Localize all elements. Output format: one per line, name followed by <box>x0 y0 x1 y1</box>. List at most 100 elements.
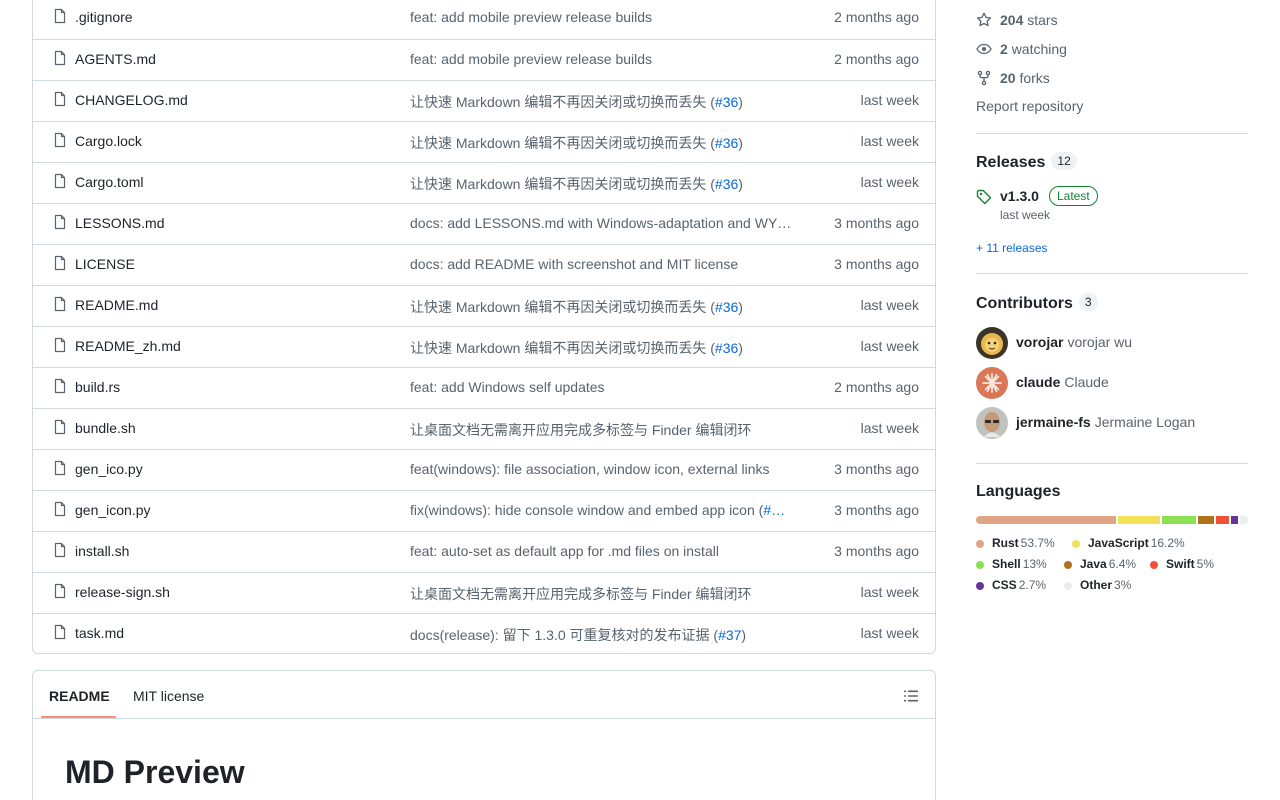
language-color-dot <box>1150 561 1158 569</box>
commit-date: last week <box>860 420 919 436</box>
file-name-link[interactable]: Cargo.toml <box>75 174 143 190</box>
releases-title: Releases <box>976 154 1046 171</box>
file-name-link[interactable]: bundle.sh <box>75 420 136 436</box>
sidebar-divider <box>976 133 1248 134</box>
file-row[interactable]: CHANGELOG.md 让快速 Markdown 编辑不再因关闭或切换而丢失 (… <box>33 80 935 121</box>
file-row[interactable]: README_zh.md 让快速 Markdown 编辑不再因关闭或切换而丢失 (… <box>33 326 935 367</box>
language-bar <box>976 516 1248 524</box>
commit-message-text: feat: add mobile preview release builds <box>410 9 653 25</box>
file-name-link[interactable]: release-sign.sh <box>75 584 170 600</box>
file-name-link[interactable]: AGENTS.md <box>75 51 156 67</box>
list-outline-icon[interactable] <box>903 688 919 704</box>
commit-message-link[interactable]: 让快速 Markdown 编辑不再因关闭或切换而丢失 (#36) <box>410 92 802 112</box>
issue-link[interactable]: #36 <box>715 176 738 192</box>
commit-message-link[interactable]: 让快速 Markdown 编辑不再因关闭或切换而丢失 (#36) <box>410 174 802 194</box>
commit-message-link[interactable]: 让桌面文档无需离开应用完成多标签与 Finder 编辑闭环 <box>410 584 802 604</box>
file-row[interactable]: gen_icon.py fix(windows): hide console wi… <box>33 490 935 531</box>
file-row[interactable]: task.md docs(release): 留下 1.3.0 可重复核对的发布证… <box>33 613 935 653</box>
commit-message-text: docs(release): 留下 1.3.0 可重复核对的发布证据 ( <box>410 627 719 643</box>
commit-message-link[interactable]: feat: add mobile preview release builds <box>410 9 802 25</box>
commit-message-link[interactable]: feat: add Windows self updates <box>410 379 802 395</box>
file-name-link[interactable]: LICENSE <box>75 256 135 272</box>
file-name-link[interactable]: CHANGELOG.md <box>75 92 188 108</box>
commit-date: 3 months ago <box>834 256 919 272</box>
commit-message-link[interactable]: 让快速 Markdown 编辑不再因关闭或切换而丢失 (#36) <box>410 297 802 317</box>
tab-readme[interactable]: README <box>49 688 110 704</box>
commit-message-text: docs: add README with screenshot and MIT… <box>410 256 739 272</box>
commit-message-suffix: ) <box>738 340 743 356</box>
file-row[interactable]: install.sh feat: auto-set as default app … <box>33 531 935 572</box>
contributor-login: jermaine-fs <box>1016 414 1091 430</box>
issue-link[interactable]: #36 <box>715 299 738 315</box>
language-name: Java <box>1080 557 1107 571</box>
language-name: Shell <box>992 557 1021 571</box>
issue-link[interactable]: #36 <box>715 135 738 151</box>
commit-message-link[interactable]: feat: add mobile preview release builds <box>410 51 802 67</box>
file-name-link[interactable]: task.md <box>75 625 124 641</box>
file-icon <box>54 50 66 66</box>
commit-message-link[interactable]: 让桌面文档无需离开应用完成多标签与 Finder 编辑闭环 <box>410 420 802 440</box>
file-row[interactable]: README.md 让快速 Markdown 编辑不再因关闭或切换而丢失 (#36… <box>33 285 935 326</box>
file-row[interactable]: LICENSE docs: add README with screenshot … <box>33 244 935 285</box>
language-name: JavaScript <box>1088 536 1149 550</box>
commit-message-link[interactable]: docs: add README with screenshot and MIT… <box>410 256 802 272</box>
issue-link[interactable]: #… <box>763 502 785 518</box>
commit-message-suffix: ) <box>738 176 743 192</box>
file-row[interactable]: bundle.sh 让桌面文档无需离开应用完成多标签与 Finder 编辑闭环 la… <box>33 408 935 449</box>
commit-message-link[interactable]: 让快速 Markdown 编辑不再因关闭或切换而丢失 (#36) <box>410 338 802 358</box>
language-name: Other <box>1080 578 1113 592</box>
file-name-link[interactable]: LESSONS.md <box>75 215 164 231</box>
file-name-link[interactable]: install.sh <box>75 543 129 559</box>
file-name-link[interactable]: README_zh.md <box>75 338 181 354</box>
commit-message-text: docs: add LESSONS.md with Windows-adapta… <box>410 215 792 231</box>
commit-message-link[interactable]: docs: add LESSONS.md with Windows-adapta… <box>410 215 802 231</box>
commit-date: last week <box>860 174 919 190</box>
more-releases-link[interactable]: + 11 releases <box>976 241 1048 255</box>
file-icon <box>54 378 66 394</box>
commit-message-link[interactable]: feat: auto-set as default app for .md fi… <box>410 543 802 559</box>
commit-message-link[interactable]: feat(windows): file association, window … <box>410 461 802 477</box>
issue-link[interactable]: #36 <box>715 94 738 110</box>
file-row[interactable]: release-sign.sh 让桌面文档无需离开应用完成多标签与 Finder … <box>33 572 935 613</box>
file-name-link[interactable]: build.rs <box>75 379 120 395</box>
releases-heading[interactable]: Releases 12 <box>976 152 1077 172</box>
fork-icon <box>977 70 991 86</box>
file-name-link[interactable]: gen_ico.py <box>75 461 143 477</box>
language-color-dot <box>1064 561 1072 569</box>
contributor-name: vorojar wu <box>1067 334 1133 350</box>
file-row[interactable]: AGENTS.md feat: add mobile preview releas… <box>33 39 935 80</box>
commit-message-suffix: ) <box>738 94 743 110</box>
file-name-link[interactable]: README.md <box>75 297 158 313</box>
file-row[interactable]: gen_ico.py feat(windows): file associatio… <box>33 449 935 490</box>
file-row[interactable]: LESSONS.md docs: add LESSONS.md with Wind… <box>33 203 935 244</box>
file-name-link[interactable]: Cargo.lock <box>75 133 142 149</box>
latest-badge: Latest <box>1049 186 1098 206</box>
issue-link[interactable]: #37 <box>718 627 741 643</box>
file-icon <box>54 8 66 24</box>
file-row[interactable]: build.rs feat: add Windows self updates 2 … <box>33 367 935 408</box>
report-repository-link[interactable]: Report repository <box>976 98 1083 114</box>
language-bar-segment <box>1197 516 1215 524</box>
file-row[interactable]: .gitignore feat: add mobile preview relea… <box>33 0 935 39</box>
commit-message-link[interactable]: docs(release): 留下 1.3.0 可重复核对的发布证据 (#37) <box>410 625 802 645</box>
commit-message-link[interactable]: 让快速 Markdown 编辑不再因关闭或切换而丢失 (#36) <box>410 133 802 153</box>
language-color-dot <box>976 540 984 548</box>
release-name[interactable]: v1.3.0 <box>1000 188 1039 204</box>
watching-label: watching <box>1011 41 1067 57</box>
commit-message-suffix: ) <box>741 627 747 643</box>
contributors-heading[interactable]: Contributors 3 <box>976 293 1098 313</box>
contributors-counter: 3 <box>1078 293 1098 311</box>
issue-link[interactable]: #36 <box>715 340 738 356</box>
file-name-link[interactable]: gen_icon.py <box>75 502 151 518</box>
commit-date: last week <box>860 584 919 600</box>
file-name-link[interactable]: .gitignore <box>75 9 133 25</box>
language-bar-segment <box>1231 516 1239 524</box>
commit-date: 2 months ago <box>834 9 919 25</box>
file-row[interactable]: Cargo.toml 让快速 Markdown 编辑不再因关闭或切换而丢失 (#3… <box>33 162 935 203</box>
commit-message-link[interactable]: fix(windows): hide console window and em… <box>410 502 802 518</box>
file-list: .gitignore feat: add mobile preview relea… <box>32 0 936 654</box>
tab-mit-license[interactable]: MIT license <box>133 688 204 704</box>
file-row[interactable]: Cargo.lock 让快速 Markdown 编辑不再因关闭或切换而丢失 (#3… <box>33 121 935 162</box>
file-icon <box>54 173 66 189</box>
commit-message-text: fix(windows): hide console window and em… <box>410 502 764 518</box>
